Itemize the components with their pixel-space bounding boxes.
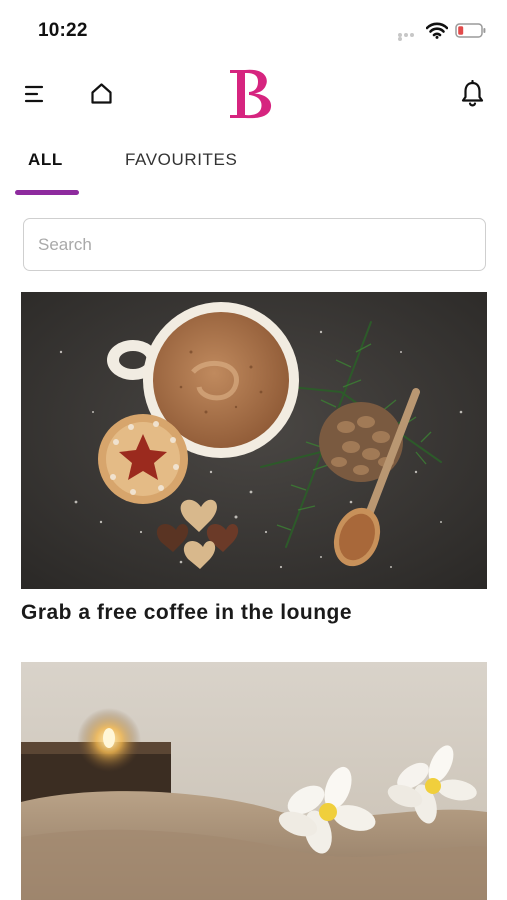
app-header: [0, 60, 507, 126]
spa-photo: [21, 662, 487, 900]
status-time: 10:22: [38, 20, 88, 41]
brand-logo: [230, 69, 272, 119]
content-card[interactable]: Grab a free coffee in the lounge: [21, 292, 487, 625]
tab-favourites[interactable]: FAVOURITES: [125, 150, 237, 170]
menu-icon[interactable]: [24, 83, 46, 105]
card-title: Grab a free coffee in the lounge: [21, 601, 353, 624]
search-box: [23, 218, 486, 271]
home-icon[interactable]: [89, 81, 114, 106]
signal-dots-icon: [398, 33, 420, 41]
active-tab-indicator: [15, 190, 79, 195]
tab-all[interactable]: ALL: [28, 150, 63, 170]
wifi-icon: [426, 22, 448, 39]
coffee-photo: [21, 292, 487, 589]
bell-icon[interactable]: [460, 80, 485, 107]
search-input[interactable]: [24, 219, 485, 270]
battery-low-icon: [455, 23, 486, 38]
status-bar: 10:22: [0, 0, 507, 56]
tab-bar: ALL FAVOURITES: [0, 138, 507, 202]
content-card[interactable]: [21, 662, 487, 900]
